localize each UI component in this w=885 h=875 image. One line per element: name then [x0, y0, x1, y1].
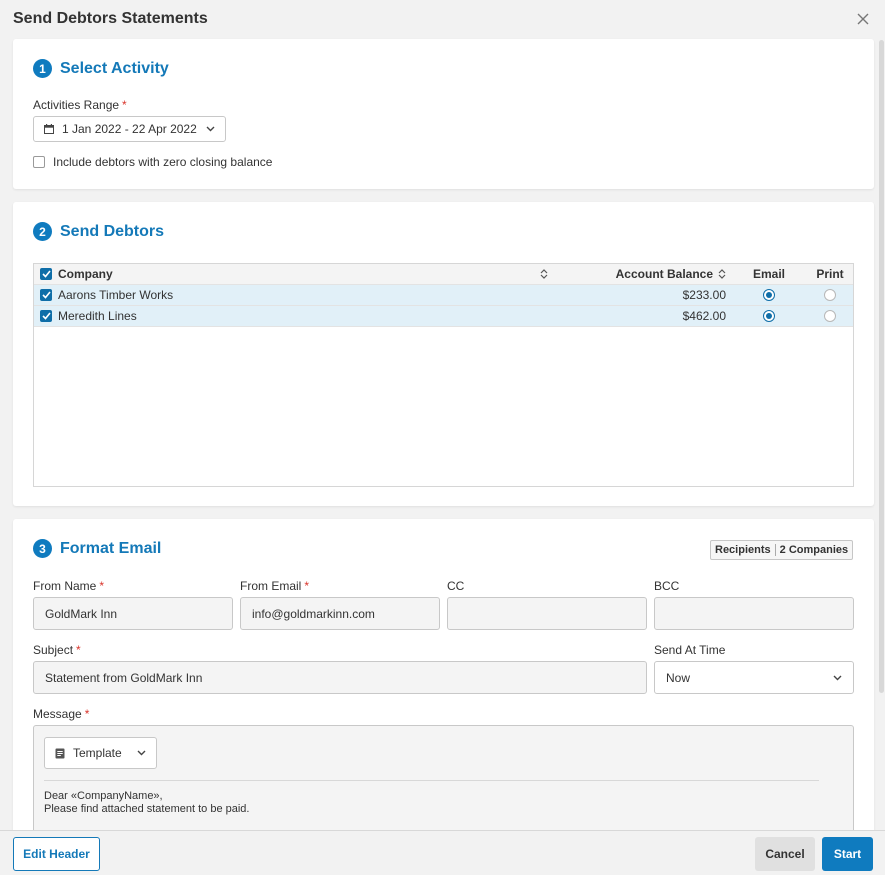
- document-icon: [55, 748, 65, 759]
- column-header-company[interactable]: Company: [58, 267, 534, 281]
- recipients-label: Recipients: [715, 544, 771, 556]
- subject-field[interactable]: Statement from GoldMark Inn: [33, 661, 647, 694]
- message-line: Dear «CompanyName»,: [44, 790, 163, 802]
- message-body[interactable]: Dear «CompanyName», Please find attached…: [44, 790, 249, 816]
- row-checkbox[interactable]: [40, 310, 52, 322]
- required-mark: *: [122, 98, 127, 112]
- select-all-checkbox[interactable]: [40, 268, 52, 280]
- template-label: Template: [73, 746, 122, 760]
- column-label: Company: [58, 267, 113, 281]
- message-label: Message *: [33, 707, 89, 721]
- template-dropdown[interactable]: Template: [44, 737, 157, 769]
- label-text: From Name: [33, 579, 97, 593]
- date-range-picker[interactable]: 1 Jan 2022 - 22 Apr 2022: [33, 116, 226, 142]
- cancel-button[interactable]: Cancel: [755, 837, 815, 871]
- sort-icon[interactable]: [718, 269, 726, 279]
- required-mark: *: [76, 643, 81, 657]
- send-at-label: Send At Time: [654, 643, 726, 657]
- balance-cell: $462.00: [682, 309, 726, 323]
- required-mark: *: [99, 579, 105, 593]
- from-name-label: From Name *: [33, 579, 104, 593]
- column-label: Account Balance: [615, 267, 713, 281]
- label-text: Subject: [33, 643, 74, 657]
- start-button[interactable]: Start: [822, 837, 873, 871]
- step-number: 1: [33, 59, 52, 78]
- column-header-balance[interactable]: Account Balance: [554, 267, 726, 281]
- row-checkbox[interactable]: [40, 289, 52, 301]
- column-header-email: Email: [752, 267, 785, 281]
- table-row[interactable]: Meredith Lines $462.00: [34, 306, 853, 327]
- cc-field[interactable]: [447, 597, 647, 630]
- close-icon[interactable]: [852, 8, 874, 30]
- step-number: 2: [33, 222, 52, 241]
- label-text: Message: [33, 707, 82, 721]
- sort-icon[interactable]: [534, 269, 554, 279]
- recipients-count: 2 Companies: [779, 544, 849, 556]
- subject-label: Subject *: [33, 643, 81, 657]
- print-radio[interactable]: [824, 310, 836, 322]
- label-text: Activities Range: [33, 98, 120, 112]
- required-mark: *: [84, 707, 90, 721]
- label-text: From Email: [240, 579, 302, 593]
- column-header-print: Print: [816, 267, 844, 281]
- calendar-icon: [44, 124, 54, 134]
- message-line: Please find attached statement to be pai…: [44, 803, 250, 815]
- send-at-select[interactable]: Now: [654, 661, 854, 694]
- required-mark: *: [304, 579, 310, 593]
- recipients-badge: Recipients 2 Companies: [710, 540, 854, 560]
- message-editor[interactable]: Template Dear «CompanyName», Please find…: [33, 725, 854, 839]
- edit-header-button[interactable]: Edit Header: [13, 837, 100, 871]
- date-range-value: 1 Jan 2022 - 22 Apr 2022: [62, 122, 197, 136]
- dialog-title: Send Debtors Statements: [13, 10, 208, 27]
- chevron-down-icon: [137, 750, 146, 756]
- bcc-field[interactable]: [654, 597, 854, 630]
- debtors-table: Company Account Balance Email Print Aaro…: [33, 263, 854, 487]
- section-title: Format Email: [60, 539, 162, 557]
- table-row[interactable]: Aarons Timber Works $233.00: [34, 285, 853, 306]
- dialog-footer: Edit Header Cancel Start: [0, 830, 885, 875]
- step-number: 3: [33, 539, 52, 558]
- from-name-field[interactable]: GoldMark Inn: [33, 597, 233, 630]
- company-cell: Meredith Lines: [58, 309, 137, 323]
- section-title: Send Debtors: [60, 222, 165, 240]
- dialog-header: Send Debtors Statements: [0, 0, 885, 39]
- scrollbar[interactable]: [879, 40, 884, 693]
- balance-cell: $233.00: [682, 288, 726, 302]
- chevron-down-icon: [206, 126, 215, 132]
- divider: [44, 780, 819, 781]
- from-email-label: From Email *: [240, 579, 309, 593]
- cc-label: CC: [447, 579, 465, 593]
- zero-balance-checkbox[interactable]: [33, 156, 45, 168]
- send-debtors-card: 2 Send Debtors Company Account Balance E…: [13, 202, 874, 506]
- activities-range-label: Activities Range *: [33, 98, 127, 112]
- section-title: Select Activity: [60, 59, 169, 77]
- email-radio[interactable]: [763, 289, 775, 301]
- bcc-label: BCC: [654, 579, 680, 593]
- print-radio[interactable]: [824, 289, 836, 301]
- select-activity-card: 1 Select Activity Activities Range * 1 Ja…: [13, 39, 874, 189]
- chevron-down-icon: [833, 675, 842, 681]
- send-debtors-heading: 2 Send Debtors: [33, 222, 164, 241]
- select-activity-heading: 1 Select Activity: [33, 59, 169, 78]
- send-at-value: Now: [666, 670, 691, 685]
- company-cell: Aarons Timber Works: [58, 288, 174, 302]
- table-header-row: Company Account Balance Email Print: [34, 264, 853, 285]
- zero-balance-option[interactable]: Include debtors with zero closing balanc…: [33, 155, 272, 169]
- email-radio[interactable]: [763, 310, 775, 322]
- from-email-field[interactable]: info@goldmarkinn.com: [240, 597, 440, 630]
- format-email-heading: 3 Format Email: [33, 539, 161, 558]
- zero-balance-label: Include debtors with zero closing balanc…: [53, 155, 273, 169]
- format-email-card: 3 Format Email Recipients 2 Companies Fr…: [13, 519, 874, 839]
